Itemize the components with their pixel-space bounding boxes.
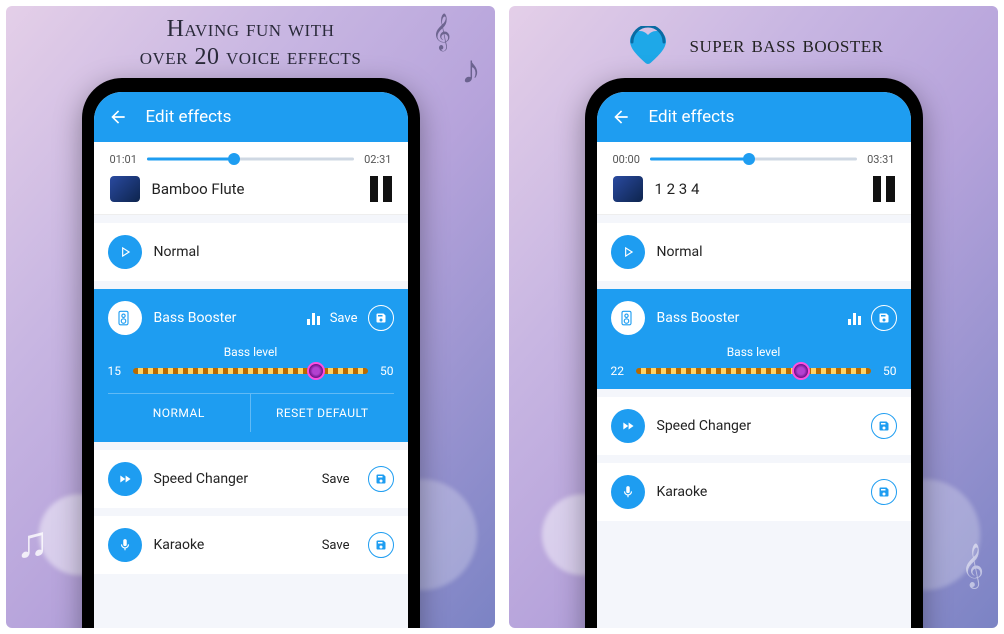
fast-forward-icon xyxy=(108,462,142,496)
effect-label: Bass Booster xyxy=(657,310,836,326)
bass-max: 50 xyxy=(883,364,897,378)
effect-row-normal[interactable]: Normal xyxy=(94,223,408,281)
app-logo-icon xyxy=(624,26,672,66)
save-button[interactable] xyxy=(368,532,394,558)
effect-row-karaoke[interactable]: Karaoke xyxy=(597,463,911,521)
save-button[interactable] xyxy=(871,305,897,331)
bass-normal-button[interactable]: NORMAL xyxy=(108,394,252,432)
appbar: Edit effects xyxy=(597,92,911,142)
bass-slider[interactable] xyxy=(133,363,368,379)
effect-label: Karaoke xyxy=(657,484,859,500)
bass-icon xyxy=(611,301,645,335)
track-art-icon xyxy=(613,176,643,202)
effects-list: Normal Bass Booster Save xyxy=(94,215,408,628)
effect-label: Bass Booster xyxy=(154,310,295,326)
mic-icon xyxy=(611,475,645,509)
headline-line1: Having fun with xyxy=(26,16,475,44)
phone-mockup: Edit effects 01:01 02:31 Bamboo Flute xyxy=(82,78,420,628)
bass-level-label: Bass level xyxy=(611,345,897,359)
save-label: Save xyxy=(322,538,350,553)
time-total: 03:31 xyxy=(867,153,894,166)
bass-icon xyxy=(108,301,142,335)
bass-min: 22 xyxy=(611,364,625,378)
mic-icon xyxy=(108,528,142,562)
bass-slider[interactable] xyxy=(636,363,871,379)
promo-panel-left: 𝄞 ♪ ♫ Having fun with over 20 voice effe… xyxy=(6,6,495,628)
effect-label: Speed Changer xyxy=(154,471,310,487)
headline-text: super bass booster xyxy=(690,32,884,60)
save-label: Save xyxy=(322,472,350,487)
appbar-title: Edit effects xyxy=(649,107,735,127)
effect-label: Normal xyxy=(154,244,394,260)
headline-line2: over 20 voice effects xyxy=(26,44,475,72)
promo-panel-right: 𝄞 super bass booster Edit effects 00:00 xyxy=(509,6,998,628)
time-total: 02:31 xyxy=(364,153,391,166)
treble-clef-icon: 𝄞 xyxy=(962,544,984,588)
seek-bar[interactable] xyxy=(147,152,354,166)
equalizer-icon[interactable] xyxy=(307,311,320,325)
effect-row-speed-changer[interactable]: Speed Changer Save xyxy=(94,450,408,508)
pause-button[interactable] xyxy=(873,176,895,202)
back-icon[interactable] xyxy=(611,107,631,127)
player: 01:01 02:31 Bamboo Flute xyxy=(94,142,408,215)
save-button[interactable] xyxy=(368,466,394,492)
play-icon xyxy=(108,235,142,269)
effect-label: Speed Changer xyxy=(657,418,859,434)
track-name: Bamboo Flute xyxy=(152,180,358,198)
effects-list: Normal Bass Booster xyxy=(597,215,911,628)
headline: Having fun with over 20 voice effects xyxy=(6,6,495,76)
bass-min: 15 xyxy=(108,364,122,378)
appbar: Edit effects xyxy=(94,92,408,142)
effect-label: Normal xyxy=(657,244,897,260)
back-icon[interactable] xyxy=(108,107,128,127)
effect-label: Karaoke xyxy=(154,537,310,553)
headline: super bass booster xyxy=(509,6,998,76)
appbar-title: Edit effects xyxy=(146,107,232,127)
effect-row-speed-changer[interactable]: Speed Changer xyxy=(597,397,911,455)
music-note-icon: ♫ xyxy=(16,516,49,568)
seek-bar[interactable] xyxy=(650,152,857,166)
effect-card-bass-booster: Bass Booster Bass level 22 xyxy=(597,289,911,389)
phone-mockup: Edit effects 00:00 03:31 1 2 3 4 xyxy=(585,78,923,628)
time-current: 01:01 xyxy=(110,153,137,166)
time-current: 00:00 xyxy=(613,153,640,166)
bass-level-label: Bass level xyxy=(108,345,394,359)
player: 00:00 03:31 1 2 3 4 xyxy=(597,142,911,215)
play-icon xyxy=(611,235,645,269)
save-button[interactable] xyxy=(871,479,897,505)
effect-row-karaoke[interactable]: Karaoke Save xyxy=(94,516,408,574)
fast-forward-icon xyxy=(611,409,645,443)
track-art-icon xyxy=(110,176,140,202)
track-name: 1 2 3 4 xyxy=(655,180,861,198)
save-button[interactable] xyxy=(368,305,394,331)
pause-button[interactable] xyxy=(370,176,392,202)
equalizer-icon[interactable] xyxy=(848,311,861,325)
effect-row-normal[interactable]: Normal xyxy=(597,223,911,281)
save-label: Save xyxy=(330,311,358,326)
bass-reset-button[interactable]: RESET DEFAULT xyxy=(251,394,394,432)
effect-card-bass-booster: Bass Booster Save Bass level 15 xyxy=(94,289,408,442)
save-button[interactable] xyxy=(871,413,897,439)
bass-max: 50 xyxy=(380,364,394,378)
